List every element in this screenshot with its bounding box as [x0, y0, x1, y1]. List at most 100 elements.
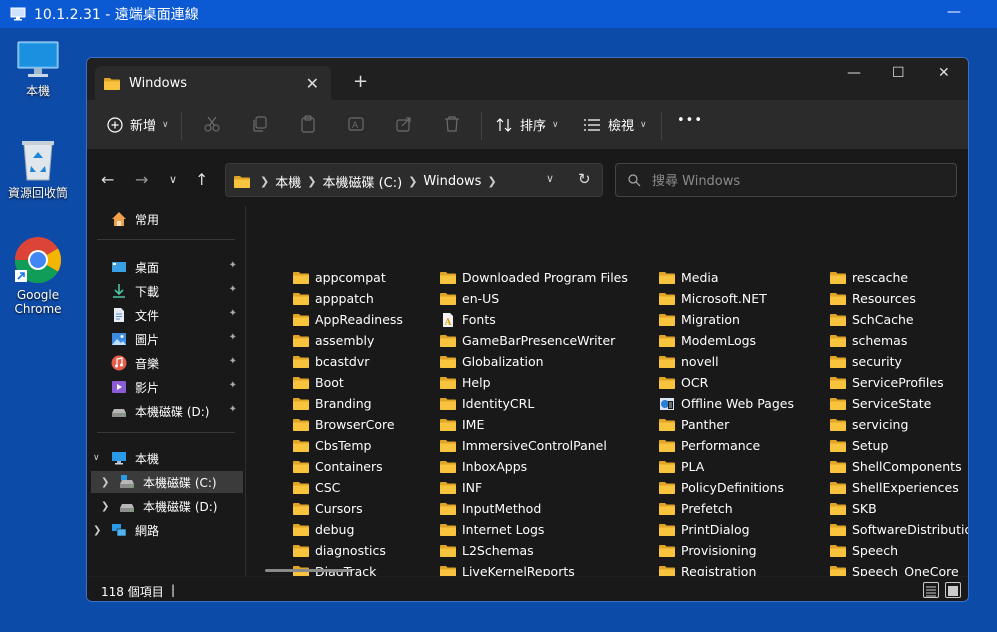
sidebar-item-desktop[interactable]: 桌面 ✦	[111, 256, 241, 278]
file-item[interactable]: bcastdvr	[293, 351, 369, 372]
file-item[interactable]: Downloaded Program Files	[440, 267, 628, 288]
desktop-icon-recycle-bin[interactable]: 資源回收筒	[0, 138, 76, 200]
rdp-minimize-button[interactable]: —	[947, 4, 961, 20]
file-item[interactable]: IdentityCRL	[440, 393, 534, 414]
chevron-right-icon[interactable]: ❯	[487, 175, 496, 188]
file-item[interactable]: Resources	[830, 288, 916, 309]
tab-close-button[interactable]: ✕	[306, 74, 319, 93]
file-item[interactable]: ServiceState	[830, 393, 931, 414]
file-item[interactable]: BrowserCore	[293, 414, 395, 435]
file-item[interactable]: SoftwareDistribution	[830, 519, 968, 540]
file-item[interactable]: OCR	[659, 372, 708, 393]
file-item[interactable]: InboxApps	[440, 456, 527, 477]
chevron-right-icon[interactable]: ❯	[101, 501, 113, 512]
file-item[interactable]: IME	[440, 414, 484, 435]
file-item[interactable]: Speech	[830, 540, 898, 561]
file-item[interactable]: Provisioning	[659, 540, 757, 561]
breadcrumb-item[interactable]: 本機	[275, 172, 301, 191]
file-item[interactable]: Migration	[659, 309, 740, 330]
recent-locations-chevron-icon[interactable]: ∨	[169, 173, 177, 186]
rename-button[interactable]: A	[347, 115, 365, 133]
file-item[interactable]: Help	[440, 372, 491, 393]
horizontal-scrollbar[interactable]	[265, 569, 351, 572]
file-item[interactable]: Internet Logs	[440, 519, 544, 540]
file-item[interactable]: en-US	[440, 288, 499, 309]
pane-splitter[interactable]	[245, 206, 246, 576]
sidebar-item-music[interactable]: 音樂 ✦	[111, 352, 241, 374]
file-item[interactable]: InputMethod	[440, 498, 541, 519]
file-item[interactable]: Microsoft.NET	[659, 288, 767, 309]
pin-icon[interactable]: ✦	[229, 260, 237, 271]
file-item[interactable]: security	[830, 351, 902, 372]
minimize-button[interactable]: —	[847, 65, 861, 81]
file-item[interactable]: CbsTemp	[293, 435, 372, 456]
pin-icon[interactable]: ✦	[229, 284, 237, 295]
file-item[interactable]: debug	[293, 519, 354, 540]
file-item[interactable]: Branding	[293, 393, 372, 414]
sidebar-item-drive-c[interactable]: ❯ 本機磁碟 (C:)	[91, 471, 243, 493]
file-item[interactable]: novell	[659, 351, 719, 372]
pin-icon[interactable]: ✦	[229, 356, 237, 367]
file-item[interactable]: ShellExperiences	[830, 477, 959, 498]
file-item[interactable]: appcompat	[293, 267, 386, 288]
share-button[interactable]	[395, 115, 413, 133]
sidebar-item-videos[interactable]: 影片 ✦	[111, 376, 241, 398]
refresh-icon[interactable]: ↻	[578, 170, 591, 188]
back-arrow-icon[interactable]: ←	[101, 170, 114, 189]
sidebar-item-downloads[interactable]: 下載 ✦	[111, 280, 241, 302]
file-item[interactable]: INF	[440, 477, 482, 498]
pin-icon[interactable]: ✦	[229, 380, 237, 391]
pin-icon[interactable]: ✦	[229, 404, 237, 415]
file-item[interactable]: AppReadiness	[293, 309, 403, 330]
close-button[interactable]: ✕	[938, 65, 950, 81]
file-item[interactable]: PrintDialog	[659, 519, 750, 540]
file-item[interactable]: Offline Web Pages	[659, 393, 794, 414]
forward-arrow-icon[interactable]: →	[135, 170, 148, 189]
sidebar-item-home[interactable]: 常用	[111, 208, 241, 230]
file-item[interactable]: ModemLogs	[659, 330, 756, 351]
delete-button[interactable]	[443, 115, 461, 133]
file-item[interactable]: Media	[659, 267, 719, 288]
address-bar[interactable]: ❯ 本機 ❯ 本機磁碟 (C:) ❯ Windows ❯ ∨ ↻	[225, 163, 603, 197]
new-button[interactable]: 新增 ∨	[107, 115, 169, 134]
file-item[interactable]: PolicyDefinitions	[659, 477, 784, 498]
file-item[interactable]: Panther	[659, 414, 729, 435]
file-item[interactable]: Boot	[293, 372, 344, 393]
search-box[interactable]	[615, 163, 957, 197]
breadcrumb-item[interactable]: Windows	[423, 174, 481, 189]
file-item[interactable]: Cursors	[293, 498, 363, 519]
chevron-right-icon[interactable]: ❯	[93, 525, 105, 536]
desktop-icon-chrome[interactable]: Google Chrome	[0, 236, 76, 316]
file-item[interactable]: ServiceProfiles	[830, 372, 944, 393]
file-item[interactable]: schemas	[830, 330, 907, 351]
file-item[interactable]: rescache	[830, 267, 908, 288]
cut-button[interactable]	[203, 115, 221, 133]
breadcrumb-item[interactable]: 本機磁碟 (C:)	[322, 172, 402, 191]
desktop-icon-this-pc[interactable]: 本機	[0, 40, 76, 98]
file-item[interactable]: diagnostics	[293, 540, 386, 561]
up-arrow-icon[interactable]: ↑	[195, 170, 208, 189]
file-item[interactable]: servicing	[830, 414, 908, 435]
new-tab-button[interactable]: +	[353, 71, 368, 92]
file-item[interactable]: assembly	[293, 330, 374, 351]
sidebar-item-documents[interactable]: 文件 ✦	[111, 304, 241, 326]
sort-button[interactable]: 排序 ∨	[495, 115, 559, 134]
file-item[interactable]: A Fonts	[440, 309, 496, 330]
sidebar-item-drive-d-pinned[interactable]: 本機磁碟 (D:) ✦	[111, 400, 241, 422]
tab-windows[interactable]: Windows ✕	[95, 66, 331, 100]
address-history-chevron-icon[interactable]: ∨	[546, 172, 554, 185]
file-item[interactable]: Setup	[830, 435, 888, 456]
file-item[interactable]: ShellComponents	[830, 456, 962, 477]
file-item[interactable]: SKB	[830, 498, 877, 519]
chevron-down-icon[interactable]: ∨	[93, 453, 105, 463]
search-input[interactable]	[652, 171, 942, 191]
copy-button[interactable]	[251, 115, 269, 133]
sidebar-item-this-pc[interactable]: ∨ 本機	[93, 447, 243, 469]
details-view-icon[interactable]	[923, 582, 939, 598]
pin-icon[interactable]: ✦	[229, 332, 237, 343]
file-item[interactable]: CSC	[293, 477, 340, 498]
file-item[interactable]: PLA	[659, 456, 704, 477]
file-item[interactable]: ImmersiveControlPanel	[440, 435, 607, 456]
file-item[interactable]: GameBarPresenceWriter	[440, 330, 615, 351]
file-item[interactable]: L2Schemas	[440, 540, 534, 561]
